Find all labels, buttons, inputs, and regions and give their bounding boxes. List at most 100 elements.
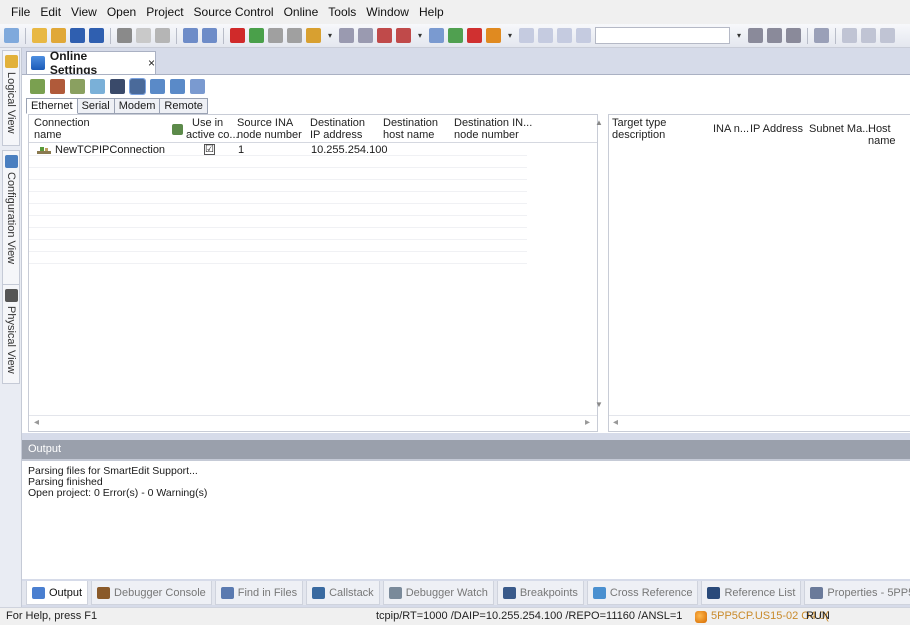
- close-icon[interactable]: ×: [148, 56, 155, 70]
- project-explorer-icon[interactable]: [4, 28, 19, 43]
- scroll-right-icon[interactable]: ▸: [585, 417, 590, 428]
- step-into-icon[interactable]: [842, 28, 857, 43]
- connections-horizontal-scrollbar[interactable]: ◂ ▸: [29, 415, 597, 431]
- col-use-in-active[interactable]: Use in active co...: [186, 117, 239, 141]
- col-host-name[interactable]: Host name: [868, 123, 910, 147]
- step-out-icon[interactable]: [880, 28, 895, 43]
- find-icon[interactable]: [576, 28, 591, 43]
- paste-icon[interactable]: [155, 28, 170, 43]
- table-row[interactable]: [29, 156, 527, 168]
- col-target-type[interactable]: Target type description: [612, 117, 666, 141]
- calendar-add-icon[interactable]: [358, 28, 373, 43]
- col-subnet-mask[interactable]: Subnet Ma...: [809, 123, 871, 135]
- window-icon[interactable]: [519, 28, 534, 43]
- online-icon[interactable]: [429, 28, 444, 43]
- table-row[interactable]: [29, 216, 527, 228]
- connect-icon[interactable]: [90, 78, 105, 94]
- menu-online[interactable]: Online: [279, 0, 324, 24]
- col-destination-ina[interactable]: Destination IN... node number: [454, 117, 532, 141]
- plc-toolbar-icon[interactable]: [486, 28, 501, 43]
- monitor-icon[interactable]: [448, 28, 463, 43]
- targets-horizontal-scrollbar[interactable]: ◂: [609, 415, 910, 431]
- tab-output[interactable]: Output: [26, 581, 89, 605]
- col-source-ina[interactable]: Source INA node number: [237, 117, 302, 141]
- swap-icon[interactable]: [190, 78, 205, 94]
- table-row[interactable]: [29, 168, 527, 180]
- tab-callstack[interactable]: Callstack: [306, 581, 380, 605]
- save-icon[interactable]: [70, 28, 85, 43]
- table-row[interactable]: [29, 240, 527, 252]
- scroll-left-icon[interactable]: ◂: [613, 417, 618, 428]
- save-all-icon[interactable]: [89, 28, 104, 43]
- undo-icon[interactable]: [183, 28, 198, 43]
- toolbar-overflow-icon[interactable]: ▾: [325, 28, 335, 43]
- connection-name-cell[interactable]: NewTCPIPConnection: [55, 144, 165, 156]
- step-over-icon[interactable]: [861, 28, 876, 43]
- menu-window[interactable]: Window: [361, 0, 414, 24]
- tab-breakpoints[interactable]: Breakpoints: [496, 581, 584, 605]
- grid-edit-icon[interactable]: [170, 78, 185, 94]
- scroll-left-icon[interactable]: ◂: [34, 417, 39, 428]
- tab-modem[interactable]: Modem: [114, 98, 161, 114]
- col-ip-address[interactable]: IP Address: [750, 123, 803, 135]
- menu-source-control[interactable]: Source Control: [189, 0, 279, 24]
- combo-dropdown-icon[interactable]: ▾: [734, 28, 744, 43]
- grid-view-icon[interactable]: [150, 78, 165, 94]
- copy-icon[interactable]: [136, 28, 151, 43]
- calendar-icon[interactable]: [339, 28, 354, 43]
- col-destination-host[interactable]: Destination host name: [383, 117, 438, 141]
- menu-edit[interactable]: Edit: [35, 0, 66, 24]
- tab-debugger-watch[interactable]: Debugger Watch: [382, 581, 494, 605]
- glasses-remove-icon[interactable]: [786, 28, 801, 43]
- build-icon[interactable]: [249, 28, 264, 43]
- remove-icon[interactable]: [396, 28, 411, 43]
- menu-project[interactable]: Project: [141, 0, 188, 24]
- col-ina-node[interactable]: INA n...: [713, 123, 749, 135]
- chat-icon[interactable]: [557, 28, 572, 43]
- transfer-icon[interactable]: [268, 28, 283, 43]
- tab-cross-reference[interactable]: Cross Reference: [586, 581, 699, 605]
- delete-icon[interactable]: [230, 28, 245, 43]
- tab-remote[interactable]: Remote: [160, 98, 208, 114]
- menu-file[interactable]: File: [6, 0, 35, 24]
- menu-view[interactable]: View: [66, 0, 102, 24]
- tab-ethernet[interactable]: Ethernet: [26, 98, 78, 114]
- table-row[interactable]: [29, 228, 527, 240]
- compare-icon[interactable]: [287, 28, 302, 43]
- table-row[interactable]: [29, 192, 527, 204]
- use-in-active-checkbox[interactable]: ☑: [204, 144, 215, 155]
- toolbar-overflow-icon[interactable]: ▾: [415, 28, 425, 43]
- glasses-icon[interactable]: [748, 28, 763, 43]
- open-folder-icon[interactable]: [32, 28, 47, 43]
- tab-properties[interactable]: Properties - 5PP580.1568-K01.IF3: [804, 581, 910, 605]
- tab-debugger-console[interactable]: Debugger Console: [91, 581, 212, 605]
- properties-toolbar-icon[interactable]: [306, 28, 321, 43]
- cut-icon[interactable]: [117, 28, 132, 43]
- connection-properties-icon[interactable]: [70, 78, 85, 94]
- remove-connection-icon[interactable]: [50, 78, 65, 94]
- tab-online-settings[interactable]: Online Settings ×: [26, 49, 156, 77]
- toolbar-overflow-icon[interactable]: ▾: [505, 28, 515, 43]
- col-destination-ip[interactable]: Destination IP address: [310, 117, 365, 141]
- toolbar-combo[interactable]: [595, 27, 730, 44]
- add-connection-icon[interactable]: [30, 78, 45, 94]
- search-icon[interactable]: [538, 28, 553, 43]
- browse-targets-icon[interactable]: [129, 77, 146, 95]
- insert-icon[interactable]: [377, 28, 392, 43]
- destination-ip-cell[interactable]: 10.255.254.100: [311, 144, 387, 156]
- tab-find-in-files[interactable]: Find in Files: [214, 581, 304, 605]
- glasses-add-icon[interactable]: [767, 28, 782, 43]
- redo-icon[interactable]: [202, 28, 217, 43]
- collapse-down-icon[interactable]: ▼: [595, 400, 603, 409]
- browse-icon[interactable]: [110, 78, 125, 94]
- table-row[interactable]: [29, 204, 527, 216]
- collapse-up-icon[interactable]: ▲: [595, 118, 603, 127]
- side-tab-physical[interactable]: Physical View: [2, 284, 20, 384]
- menu-tools[interactable]: Tools: [323, 0, 361, 24]
- menu-open[interactable]: Open: [102, 0, 141, 24]
- open-project-icon[interactable]: [51, 28, 66, 43]
- source-ina-cell[interactable]: 1: [238, 144, 244, 156]
- table-row[interactable]: NewTCPIPConnection ☑ 1 10.255.254.100: [29, 144, 527, 156]
- tab-serial[interactable]: Serial: [77, 98, 115, 114]
- side-tab-configuration[interactable]: Configuration View: [2, 150, 20, 286]
